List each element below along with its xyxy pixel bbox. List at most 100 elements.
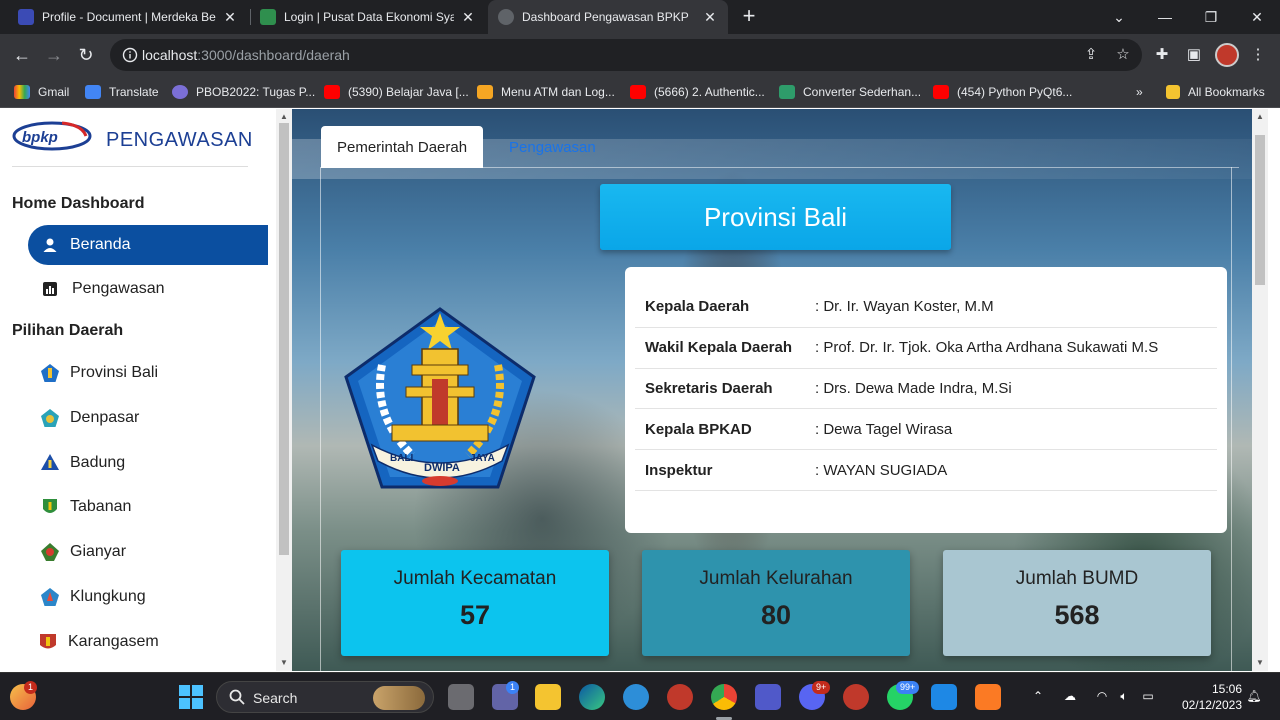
sidebar-item-label: Pengawasan xyxy=(72,280,165,297)
teams-icon[interactable] xyxy=(755,684,781,710)
volume-icon[interactable]: 🔈︎ xyxy=(1116,688,1132,704)
back-button[interactable]: ← xyxy=(10,43,34,67)
emblem-icon xyxy=(40,587,60,607)
chat-badge: 1 xyxy=(506,681,520,694)
sidebar-item-label: Tabanan xyxy=(70,498,132,515)
content-tabs: Pemerintah Daerah Pengawasan xyxy=(321,126,1239,168)
xampp-icon[interactable] xyxy=(975,684,1001,710)
discord-badge: 9+ xyxy=(812,681,831,694)
edge-icon[interactable] xyxy=(579,684,605,710)
tab-pengawasan[interactable]: Pengawasan xyxy=(493,126,612,168)
new-tab-button[interactable]: + xyxy=(738,5,760,29)
globe-icon xyxy=(498,9,514,25)
forward-button[interactable]: → xyxy=(42,43,66,67)
bookmark-star-icon[interactable]: ☆ xyxy=(1114,46,1132,64)
bookmark-youtube-auth[interactable]: (5666) 2. Authentic... xyxy=(630,83,765,101)
emblem-icon xyxy=(40,408,60,428)
sidebar-item-beranda[interactable]: Beranda xyxy=(28,225,268,265)
close-icon[interactable]: ✕ xyxy=(222,9,238,26)
sidebar-item-gianyar[interactable]: Gianyar xyxy=(28,532,268,572)
tab-pemerintah-daerah[interactable]: Pemerintah Daerah xyxy=(321,126,484,168)
bookmark-converter[interactable]: Converter Sederhan... xyxy=(779,83,921,101)
gmail-icon xyxy=(14,85,30,99)
all-bookmarks-button[interactable]: All Bookmarks xyxy=(1166,83,1265,101)
stat-label: Jumlah BUMD xyxy=(1015,568,1139,589)
bookmark-menu-atm[interactable]: Menu ATM dan Log... xyxy=(477,83,615,101)
bpkp-logo-icon[interactable]: bpkp xyxy=(12,119,92,153)
profile-avatar[interactable] xyxy=(1215,43,1239,67)
vscode-icon[interactable] xyxy=(931,684,957,710)
page-scrollbar[interactable]: ▲ ▼ xyxy=(1252,109,1268,671)
sidebar-item-karangasem[interactable]: Karangasem xyxy=(26,622,266,662)
bookmark-translate[interactable]: Translate xyxy=(85,83,159,101)
help-icon[interactable] xyxy=(623,684,649,710)
app-red-icon[interactable] xyxy=(667,684,693,710)
browser-tab-profile[interactable]: Profile - Document | Merdeka Be ✕ xyxy=(8,0,248,34)
scroll-down-arrow-icon[interactable]: ▼ xyxy=(1252,657,1268,669)
bookmark-label: Translate xyxy=(109,85,159,99)
official-value: : Prof. Dr. Ir. Tjok. Oka Artha Ardhana … xyxy=(815,339,1159,357)
cloud-icon[interactable]: ☁ xyxy=(1062,688,1078,704)
brand-header: bpkp PENGAWASAN xyxy=(12,115,252,167)
app-red-2-icon[interactable] xyxy=(843,684,869,710)
scroll-up-arrow-icon[interactable]: ▲ xyxy=(276,111,292,123)
official-label: Wakil Kepala Daerah xyxy=(645,339,793,357)
official-value: : Dewa Tagel Wirasa xyxy=(815,420,953,438)
emblem-motto-1: BALI xyxy=(390,453,414,464)
close-icon[interactable]: ✕ xyxy=(460,9,476,26)
system-clock[interactable]: 15:06 02/12/2023 xyxy=(1166,681,1242,713)
start-windows-icon[interactable] xyxy=(178,684,204,710)
taskbar-search-input[interactable]: Search xyxy=(216,681,434,713)
sidebar-item-badung[interactable]: Badung xyxy=(28,443,268,483)
bookmarks-overflow-button[interactable]: » xyxy=(1136,83,1143,101)
url-path: :3000/dashboard/daerah xyxy=(197,47,350,63)
chrome-icon[interactable] xyxy=(711,684,737,710)
bookmark-youtube-java[interactable]: (5390) Belajar Java [... xyxy=(324,83,469,101)
bookmark-pbob[interactable]: PBOB2022: Tugas P... xyxy=(172,83,315,101)
browser-tab-dashboard[interactable]: Dashboard Pengawasan BPKP ✕ xyxy=(488,0,728,34)
notification-bell-icon[interactable]: 🔔︎ xyxy=(1246,688,1262,704)
file-explorer-icon[interactable] xyxy=(535,684,561,710)
scroll-up-arrow-icon[interactable]: ▲ xyxy=(1252,111,1268,123)
stat-card-bumd: Jumlah BUMD 568 xyxy=(943,550,1211,656)
emblem-motto-2: DWIPA xyxy=(424,462,460,474)
scrollbar-thumb[interactable] xyxy=(279,123,289,555)
share-icon[interactable]: ⇪ xyxy=(1082,46,1100,64)
sidebar-item-pengawasan[interactable]: Pengawasan xyxy=(28,269,268,309)
bookmark-youtube-python[interactable]: (454) Python PyQt6... xyxy=(933,83,1072,101)
task-view-icon[interactable] xyxy=(448,684,474,710)
wifi-icon[interactable]: ◠ xyxy=(1094,688,1110,704)
extensions-icon[interactable]: ✚ xyxy=(1152,45,1172,65)
address-bar[interactable]: localhost:3000/dashboard/daerah ⇪ ☆ xyxy=(110,39,1142,71)
bookmark-gmail[interactable]: Gmail xyxy=(14,83,69,101)
reload-button[interactable]: ↻ xyxy=(74,43,98,67)
tab-title: Dashboard Pengawasan BPKP xyxy=(522,10,689,24)
scrollbar-thumb[interactable] xyxy=(1255,135,1265,285)
sidebar-item-provinsi-bali[interactable]: Provinsi Bali xyxy=(28,353,268,393)
emblem-icon xyxy=(40,453,60,473)
bookmark-label: (454) Python PyQt6... xyxy=(957,85,1073,99)
site-info-icon[interactable] xyxy=(122,47,138,63)
close-icon[interactable]: ✕ xyxy=(702,9,718,26)
bookmark-label: PBOB2022: Tugas P... xyxy=(196,85,316,99)
stat-value: 568 xyxy=(1054,600,1100,630)
tray-overflow-chevron-icon[interactable]: ⌃ xyxy=(1030,688,1046,704)
battery-icon[interactable]: ▭ xyxy=(1140,688,1156,704)
sidebar-item-klungkung[interactable]: Klungkung xyxy=(28,577,268,617)
side-panel-icon[interactable]: ▣ xyxy=(1184,45,1204,65)
browser-toolbar: ← → ↻ localhost:3000/dashboard/daerah ⇪ … xyxy=(0,34,1280,76)
menu-kebab-icon[interactable]: ⋮ xyxy=(1248,45,1268,65)
official-label: Kepala Daerah xyxy=(645,298,750,316)
scroll-down-arrow-icon[interactable]: ▼ xyxy=(276,657,292,669)
sidebar-item-denpasar[interactable]: Denpasar xyxy=(28,398,268,438)
sidebar-item-tabanan[interactable]: Tabanan xyxy=(28,487,268,527)
minimize-button[interactable]: — xyxy=(1142,0,1188,34)
tab-title: Profile - Document | Merdeka Be xyxy=(42,10,216,24)
browser-tab-login[interactable]: Login | Pusat Data Ekonomi Syar ✕ xyxy=(250,0,486,34)
sidebar-scrollbar[interactable]: ▲ ▼ xyxy=(276,109,292,671)
sidebar-item-label: Provinsi Bali xyxy=(70,364,159,381)
restore-button[interactable]: ❐ xyxy=(1188,0,1234,34)
tab-search-icon[interactable]: ⌄ xyxy=(1096,0,1142,34)
window-close-button[interactable]: ✕ xyxy=(1234,0,1280,34)
box-icon xyxy=(477,85,493,99)
